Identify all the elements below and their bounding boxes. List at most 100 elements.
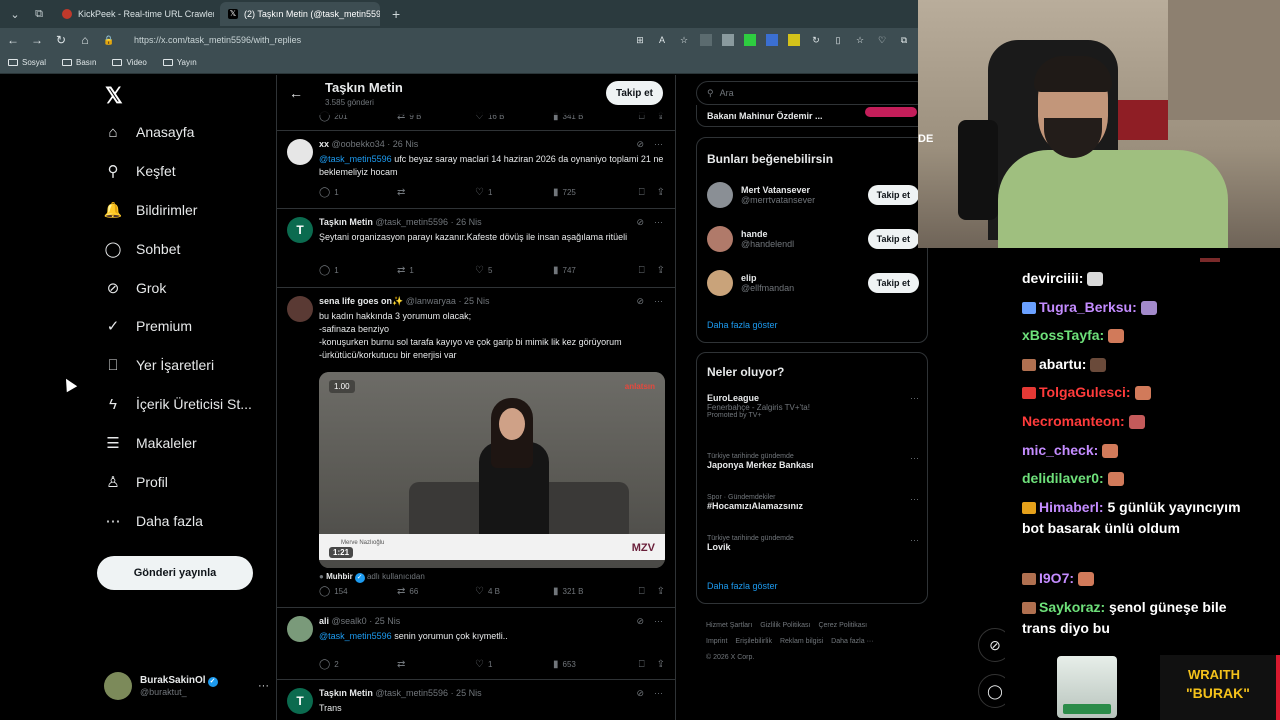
tweet-video[interactable]: 1.00 anlatsın Merve Nazlıoğlu MZV 1:21 bbox=[319, 372, 665, 568]
trend-more-icon[interactable]: ··· bbox=[910, 535, 919, 545]
trend-item[interactable]: Türkiye tarihinde gündemde Lovik ··· bbox=[707, 535, 919, 552]
extension-icon[interactable] bbox=[700, 34, 712, 46]
bookmark-folder-basin[interactable]: Basın bbox=[62, 58, 96, 67]
tweet[interactable]: ali @sealk0 · 25 Nis ⊘ ··· @task_metin5596 … bbox=[277, 607, 675, 671]
tweet-author[interactable]: sena life goes on✨ bbox=[319, 296, 403, 306]
avatar[interactable]: T bbox=[287, 217, 313, 243]
footer-link[interactable]: © 2026 X Corp. bbox=[706, 654, 754, 661]
nav-item-more[interactable]: ⋯ Daha fazla bbox=[104, 512, 203, 530]
refresh-extension-icon[interactable]: ↻ bbox=[810, 34, 822, 46]
like-action[interactable]: ♡ 1 bbox=[475, 659, 553, 670]
share-icon[interactable]: ⇪ bbox=[657, 265, 665, 276]
trend-item[interactable]: EuroLeague Fenerbahçe - Zalgiris TV+'ta! P… bbox=[707, 393, 919, 419]
views-action[interactable]: ▮ 725 bbox=[553, 187, 631, 198]
back-icon[interactable]: ← bbox=[6, 33, 20, 47]
reload-icon[interactable]: ↻ bbox=[54, 33, 68, 47]
grok-fab-icon[interactable]: ⊘ bbox=[978, 628, 1005, 662]
tweet-more-icon[interactable]: ··· bbox=[654, 296, 663, 307]
like-action[interactable]: ♡ 5 bbox=[475, 265, 553, 276]
nav-item-bell[interactable]: 🔔 Bildirimler bbox=[104, 201, 198, 219]
bookmark-icon[interactable]: ⎕ bbox=[639, 265, 645, 276]
x-logo-icon[interactable]: 𝕏 bbox=[105, 83, 123, 109]
browser-essentials-icon[interactable]: ♡ bbox=[876, 34, 888, 46]
avatar[interactable]: T bbox=[287, 688, 313, 714]
tweet-more-icon[interactable]: ··· bbox=[654, 139, 663, 150]
post-button[interactable]: Gönderi yayınla bbox=[97, 556, 253, 590]
browser-tab-kickpeek[interactable]: KickPeek - Real-time URL Crawler ✕ bbox=[54, 2, 214, 26]
footer-link[interactable]: Gizlilik Politikası bbox=[760, 622, 810, 629]
views-action[interactable]: ▮ 321 B bbox=[553, 586, 631, 597]
follow-button[interactable]: Takip et bbox=[867, 185, 919, 205]
favorite-star-icon[interactable]: ☆ bbox=[678, 34, 690, 46]
footer-link[interactable]: Erişilebilirlik bbox=[735, 638, 772, 645]
account-more-icon[interactable]: ··· bbox=[258, 680, 269, 692]
footer-link[interactable]: Imprint bbox=[706, 638, 727, 645]
nav-item-chat[interactable]: ◯ Sohbet bbox=[104, 240, 181, 258]
nav-item-profile[interactable]: ♙ Profil bbox=[104, 473, 168, 491]
like-action[interactable]: ♡ 4 B bbox=[475, 586, 553, 597]
trend-more-icon[interactable]: ··· bbox=[910, 494, 919, 504]
mention-link[interactable]: @task_metin5596 bbox=[319, 631, 392, 641]
wtf-item[interactable]: hande @handelendl Takip et bbox=[707, 226, 919, 252]
video-speed-badge[interactable]: 1.00 bbox=[329, 380, 355, 393]
browser-tab-x[interactable]: 𝕏 (2) Taşkın Metin (@task_metin5596 ✕ bbox=[220, 2, 380, 26]
views-action[interactable]: ▮ 747 bbox=[553, 265, 631, 276]
account-switcher[interactable]: BurakSakinOl ✓ @buraktut_ ··· bbox=[104, 672, 269, 700]
source-name[interactable]: Muhbir bbox=[326, 572, 353, 581]
app-available-icon[interactable]: ⊞ bbox=[634, 34, 646, 46]
trend-item[interactable]: Spor · Gündemdekiler #HocamızıAlamazsınız… bbox=[707, 494, 919, 511]
new-tab-button[interactable]: + bbox=[386, 6, 406, 22]
messages-fab-icon[interactable]: ◯ bbox=[978, 674, 1005, 708]
reply-action[interactable]: ◯ 2 bbox=[319, 659, 397, 670]
read-aloud-icon[interactable]: A bbox=[656, 34, 668, 46]
grok-explain-icon[interactable]: ⊘ bbox=[636, 217, 644, 228]
footer-link[interactable]: Reklam bilgisi bbox=[780, 638, 823, 645]
repost-action[interactable]: ⇄ bbox=[397, 187, 475, 198]
forward-icon[interactable]: → bbox=[30, 33, 44, 47]
reply-action[interactable]: ◯ 1 bbox=[319, 265, 397, 276]
show-more-link[interactable]: Daha fazla göster bbox=[707, 320, 778, 330]
nav-item-home[interactable]: ⌂ Anasayfa bbox=[104, 123, 194, 141]
bookmark-icon[interactable]: ⎕ bbox=[639, 586, 645, 597]
split-screen-icon[interactable]: ▯ bbox=[832, 34, 844, 46]
extension-icon[interactable] bbox=[722, 34, 734, 46]
reply-action[interactable]: ◯ 154 bbox=[319, 586, 397, 597]
search-input[interactable]: ⚲ Ara bbox=[696, 81, 928, 105]
grok-explain-icon[interactable]: ⊘ bbox=[636, 296, 644, 307]
avatar[interactable] bbox=[287, 616, 313, 642]
repost-action[interactable]: ⇄ 1 bbox=[397, 265, 475, 276]
trend-item[interactable]: Türkiye tarihinde gündemde Japonya Merkez… bbox=[707, 453, 919, 470]
repost-action[interactable]: ⇄ 66 bbox=[397, 586, 475, 597]
trend-more-icon[interactable]: ··· bbox=[910, 393, 919, 403]
bookmark-folder-sosyal[interactable]: Sosyal bbox=[8, 58, 46, 67]
follow-button[interactable]: Takip et bbox=[605, 81, 663, 105]
tweet[interactable]: T Taşkın Metin @task_metin5596 · 25 Nis ⊘ ·… bbox=[277, 679, 675, 720]
grok-explain-icon[interactable]: ⊘ bbox=[636, 139, 644, 150]
bookmark-icon[interactable]: ⎕ bbox=[639, 187, 645, 198]
collections-icon[interactable]: ⧉ bbox=[898, 34, 910, 46]
wtf-item[interactable]: elip @ellfmandan Takip et bbox=[707, 270, 919, 296]
bookmark-folder-video[interactable]: Video bbox=[112, 58, 147, 67]
tab-list-icon[interactable]: ⌄ bbox=[6, 5, 24, 23]
tweet-more-icon[interactable]: ··· bbox=[654, 217, 663, 228]
bookmark-folder-yayin[interactable]: Yayın bbox=[162, 58, 197, 67]
trend-more-icon[interactable]: ··· bbox=[910, 453, 919, 463]
mention-link[interactable]: @task_metin5596 bbox=[319, 154, 392, 164]
extension-icon[interactable] bbox=[744, 34, 756, 46]
share-icon[interactable]: ⇪ bbox=[657, 586, 665, 597]
show-more-trends-link[interactable]: Daha fazla göster bbox=[707, 581, 778, 591]
tweet[interactable]: xx @oobekko34 · 26 Nis ⊘ ··· @task_metin559… bbox=[277, 130, 675, 208]
repost-action[interactable]: ⇄ bbox=[397, 659, 475, 670]
extension-icon[interactable] bbox=[788, 34, 800, 46]
workspaces-icon[interactable]: ⧉ bbox=[30, 5, 48, 23]
share-icon[interactable]: ⇪ bbox=[657, 187, 665, 198]
footer-link[interactable]: Daha fazla ··· bbox=[831, 638, 873, 645]
follow-button[interactable]: Takip et bbox=[867, 273, 919, 293]
bookmark-icon[interactable]: ⎕ bbox=[639, 659, 645, 670]
avatar[interactable] bbox=[287, 139, 313, 165]
like-action[interactable]: ♡ 1 bbox=[475, 187, 553, 198]
tweet[interactable]: sena life goes on✨ @lanwaryaa · 25 Nis ⊘ ·… bbox=[277, 287, 675, 607]
partial-item[interactable]: Bakanı Mahinur Özdemir ... bbox=[707, 111, 823, 121]
nav-item-lightning[interactable]: ϟ İçerik Üreticisi St... bbox=[104, 395, 252, 413]
tweet[interactable]: T Taşkın Metin @task_metin5596 · 26 Nis ⊘ ·… bbox=[277, 208, 675, 286]
